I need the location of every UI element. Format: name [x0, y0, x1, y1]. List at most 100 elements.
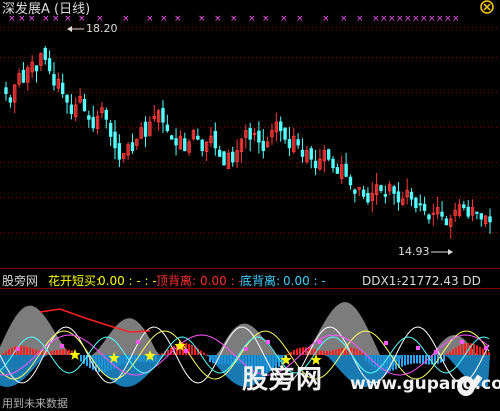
candle-body	[414, 197, 418, 209]
candlestick	[300, 138, 305, 163]
candlestick	[13, 84, 17, 114]
candle-body	[488, 216, 492, 223]
candlestick	[161, 100, 165, 133]
candlestick	[444, 215, 449, 226]
candle-body	[283, 127, 287, 140]
dibei-label: 底背离:	[240, 274, 281, 288]
histogram-bar	[413, 355, 415, 364]
top-marker: ×	[420, 14, 428, 24]
candlestick	[409, 188, 414, 206]
candle-body	[296, 139, 300, 146]
histogram-bar	[443, 355, 445, 362]
candlestick	[87, 110, 91, 128]
chart-window: × × × × × × × × × × × × × × × × × × × × × × × × × × × × × × × × × 深发展A (…	[0, 0, 500, 411]
histogram-bar	[419, 355, 421, 364]
candlestick	[95, 110, 100, 134]
candle-body	[213, 130, 217, 149]
chart-canvas: × × × × × × × × × × × × × × × × × × × × × × × × × × × × × × × × ×	[0, 0, 500, 396]
histogram-bar	[23, 346, 25, 355]
candle-body	[8, 97, 13, 103]
candlestick	[248, 122, 252, 152]
candlestick	[453, 202, 457, 223]
low-price-label: 14.93	[398, 245, 430, 258]
candle-body	[418, 203, 422, 206]
histogram-bar	[446, 353, 448, 355]
histogram-bar	[311, 348, 313, 355]
top-marker: ×	[160, 14, 168, 24]
candlestick	[21, 62, 26, 84]
high-price-label: 18.20	[86, 22, 118, 35]
top-marker: ×	[214, 14, 222, 24]
candle-body	[344, 163, 348, 177]
window-title: 深发展A (日线)	[2, 2, 91, 17]
candlestick	[191, 128, 196, 141]
top-marker: ×	[444, 14, 452, 24]
candlestick	[370, 182, 374, 213]
histogram-bar	[452, 349, 454, 355]
top-marker: ×	[174, 14, 182, 24]
top-marker: ×	[388, 14, 396, 24]
candle-body	[348, 176, 353, 186]
candle-body	[475, 211, 479, 214]
candlestick	[287, 127, 292, 156]
histogram-bar	[461, 344, 463, 355]
candlestick	[204, 141, 209, 162]
candlestick	[34, 65, 39, 83]
candlestick	[279, 116, 283, 142]
histogram-bar	[320, 350, 322, 355]
histogram-bar	[20, 345, 22, 355]
histogram-bar	[476, 345, 478, 355]
candlestick	[401, 191, 405, 207]
candle-body	[366, 193, 370, 203]
candlestick	[39, 52, 43, 71]
close-circle-icon[interactable]	[480, 0, 494, 14]
top-marker: ×	[322, 14, 330, 24]
high-arrow-icon	[67, 26, 84, 32]
candle-body	[43, 47, 47, 60]
candlestick	[431, 203, 436, 226]
candlestick	[209, 127, 213, 147]
histogram-bar	[191, 345, 193, 355]
candle-body	[279, 121, 283, 132]
candlestick	[257, 121, 261, 154]
histogram-bar	[458, 345, 460, 355]
candlestick	[65, 94, 69, 114]
candlestick	[56, 72, 61, 93]
dingbei-label: 顶背离:	[156, 274, 197, 288]
candlestick	[183, 132, 187, 152]
candle-body	[169, 135, 174, 140]
histogram-bar	[29, 347, 31, 355]
candlestick	[318, 148, 322, 172]
candle-body	[174, 138, 178, 146]
top-marker: ×	[198, 14, 206, 24]
candlestick	[344, 152, 348, 178]
candlestick	[483, 214, 488, 228]
candlestick	[82, 93, 87, 112]
candlestick	[427, 213, 431, 224]
candle-body	[444, 218, 449, 226]
candle-body	[257, 130, 261, 143]
histogram-bar	[335, 349, 337, 355]
candlestick	[392, 184, 396, 205]
candlestick	[274, 112, 279, 142]
candlestick	[414, 196, 418, 213]
indicator-name[interactable]: 股旁网	[2, 275, 38, 287]
candlestick	[104, 107, 108, 129]
candlestick	[322, 145, 327, 173]
candle-body	[34, 65, 39, 72]
candlestick	[340, 155, 344, 185]
candlestick	[475, 211, 479, 220]
candlestick	[8, 94, 13, 108]
huakai-value: 0.00 : - : -	[98, 274, 157, 288]
candle-body	[200, 139, 204, 152]
candlestick	[196, 128, 200, 141]
candle-body	[52, 74, 56, 86]
candle-body	[130, 142, 135, 152]
top-marker: ×	[230, 14, 238, 24]
candlestick	[331, 156, 335, 173]
candle-body	[104, 109, 108, 120]
candlestick	[30, 55, 34, 78]
candlestick	[292, 127, 296, 154]
top-marker: ×	[428, 14, 436, 24]
candlestick	[396, 182, 401, 211]
